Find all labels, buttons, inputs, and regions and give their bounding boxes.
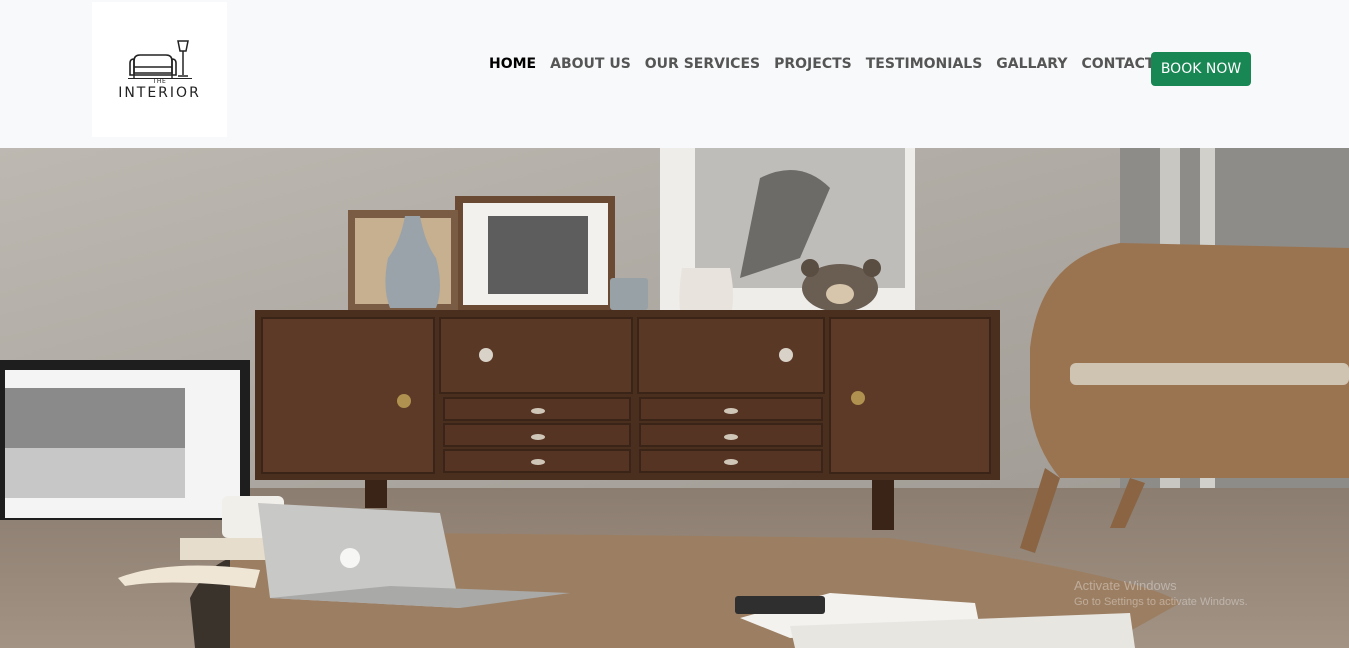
book-now-button[interactable]: BOOK NOW [1151,52,1251,86]
nav-our-services[interactable]: OUR SERVICES [645,55,760,73]
overlay-line1: Activate Windows [1074,578,1177,593]
navbar: THE INTERIOR HOME ABOUT US OUR SERVICES … [0,0,1349,148]
living-room-interior-photo [0,148,1349,648]
main-nav: HOME ABOUT US OUR SERVICES PROJECTS TEST… [489,55,1195,73]
nav-testimonials[interactable]: TESTIMONIALS [866,55,983,73]
nav-about-us[interactable]: ABOUT US [550,55,631,73]
brand-logo[interactable]: THE INTERIOR [92,2,227,137]
nav-gallary[interactable]: GALLARY [996,55,1067,73]
activate-windows-overlay: Activate Windows Go to Settings to activ… [1074,578,1248,610]
logo-text: INTERIOR [118,84,201,101]
nav-projects[interactable]: PROJECTS [774,55,852,73]
sofa-lamp-icon [127,39,192,79]
hero-image: Activate Windows Go to Settings to activ… [0,148,1349,648]
nav-home[interactable]: HOME [489,55,536,73]
overlay-line2: Go to Settings to activate Windows. [1074,596,1248,608]
